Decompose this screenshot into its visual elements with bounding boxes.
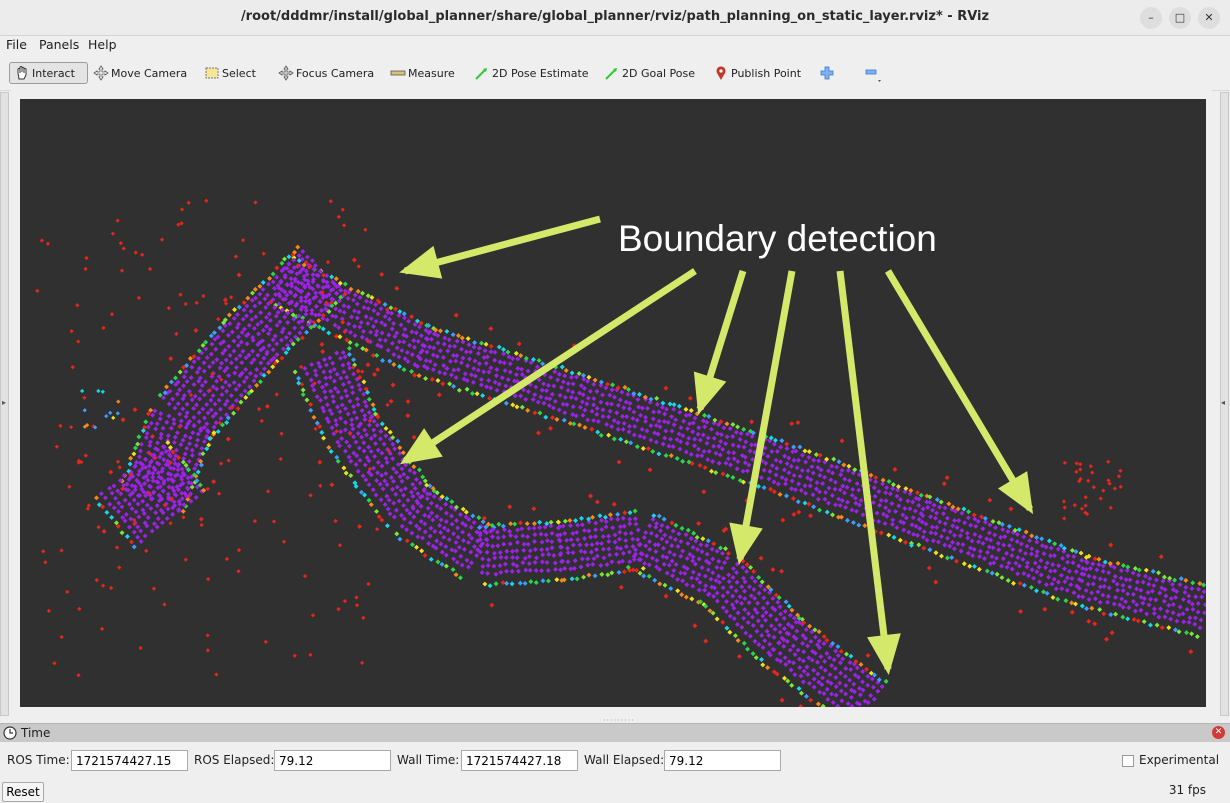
toolbar: Interact Move Camera Select Focus Camera… <box>0 56 1230 91</box>
close-button[interactable]: ✕ <box>1198 7 1220 29</box>
ros-elapsed-field[interactable] <box>274 750 391 771</box>
hand-icon <box>17 66 27 80</box>
menu-panels[interactable]: Panels <box>39 37 79 52</box>
time-panel-row: ROS Time: ROS Elapsed: Wall Time: Wall E… <box>0 748 1230 774</box>
point-cloud <box>35 198 1206 707</box>
boundary-detection-annotation: Boundary detection <box>618 218 937 259</box>
pose-estimate-tool-button[interactable]: 2D Pose Estimate <box>474 62 589 84</box>
move-camera-label: Move Camera <box>111 66 188 80</box>
time-panel-title: Time <box>21 726 51 740</box>
menu-file[interactable]: File <box>6 37 27 52</box>
wall-elapsed-label: Wall Elapsed: <box>584 753 665 767</box>
close-time-panel-button[interactable]: ✕ <box>1212 726 1225 739</box>
measure-label: Measure <box>408 66 455 80</box>
pose-estimate-arrow-icon <box>475 68 487 80</box>
wall-elapsed-field[interactable] <box>664 750 781 771</box>
menu-help[interactable]: Help <box>88 37 117 52</box>
move-camera-tool-button[interactable]: Move Camera <box>93 62 187 84</box>
clock-icon <box>3 726 17 740</box>
remove-tool-button[interactable] <box>863 62 885 84</box>
focus-camera-tool-button[interactable]: Focus Camera <box>278 62 374 84</box>
goal-pose-label: 2D Goal Pose <box>622 66 695 80</box>
measure-tool-button[interactable]: Measure <box>390 62 455 84</box>
reset-button[interactable]: Reset <box>2 782 44 802</box>
3d-render-view[interactable]: Boundary detection <box>20 99 1206 707</box>
interact-label: Interact <box>32 66 75 80</box>
ros-time-label: ROS Time: <box>7 753 70 767</box>
minimize-button[interactable]: – <box>1140 7 1162 29</box>
move-camera-icon <box>93 65 109 81</box>
wall-time-field[interactable] <box>461 750 578 771</box>
goal-pose-tool-button[interactable]: 2D Goal Pose <box>604 62 695 84</box>
maximize-button[interactable]: □ <box>1169 7 1191 29</box>
pose-estimate-label: 2D Pose Estimate <box>492 66 589 80</box>
point-cloud-scene[interactable]: Boundary detection <box>20 99 1206 707</box>
ros-time-field[interactable] <box>71 750 188 771</box>
interact-tool-button[interactable]: Interact <box>9 62 88 84</box>
publish-point-tool-button[interactable]: Publish Point <box>713 62 801 84</box>
experimental-checkbox[interactable] <box>1122 755 1134 767</box>
focus-camera-label: Focus Camera <box>296 66 375 80</box>
wall-time-label: Wall Time: <box>397 753 460 767</box>
ros-elapsed-label: ROS Elapsed: <box>194 753 275 767</box>
window-titlebar: /root/dddmr/install/global_planner/share… <box>0 0 1230 36</box>
plus-icon <box>820 66 834 80</box>
map-pin-icon <box>716 66 726 80</box>
fps-indicator: 31 fps <box>1168 783 1206 797</box>
select-tool-button[interactable]: Select <box>204 62 256 84</box>
experimental-label: Experimental <box>1139 753 1220 767</box>
time-panel-header: Time ✕ <box>0 723 1230 742</box>
publish-point-label: Publish Point <box>731 66 802 80</box>
add-tool-button[interactable] <box>819 62 837 84</box>
focus-camera-icon <box>278 65 294 81</box>
goal-pose-arrow-icon <box>605 68 617 80</box>
select-label: Select <box>222 66 256 80</box>
window-title: /root/dddmr/install/global_planner/share… <box>240 9 990 24</box>
expand-right-icon: ◂ <box>1221 398 1226 407</box>
select-icon <box>205 67 219 79</box>
ruler-icon <box>390 70 406 76</box>
menubar: File Panels Help <box>0 36 1230 55</box>
minus-dropdown-icon <box>865 69 881 82</box>
expand-left-icon: ▸ <box>2 398 7 407</box>
annotation-arrows <box>399 215 1034 675</box>
